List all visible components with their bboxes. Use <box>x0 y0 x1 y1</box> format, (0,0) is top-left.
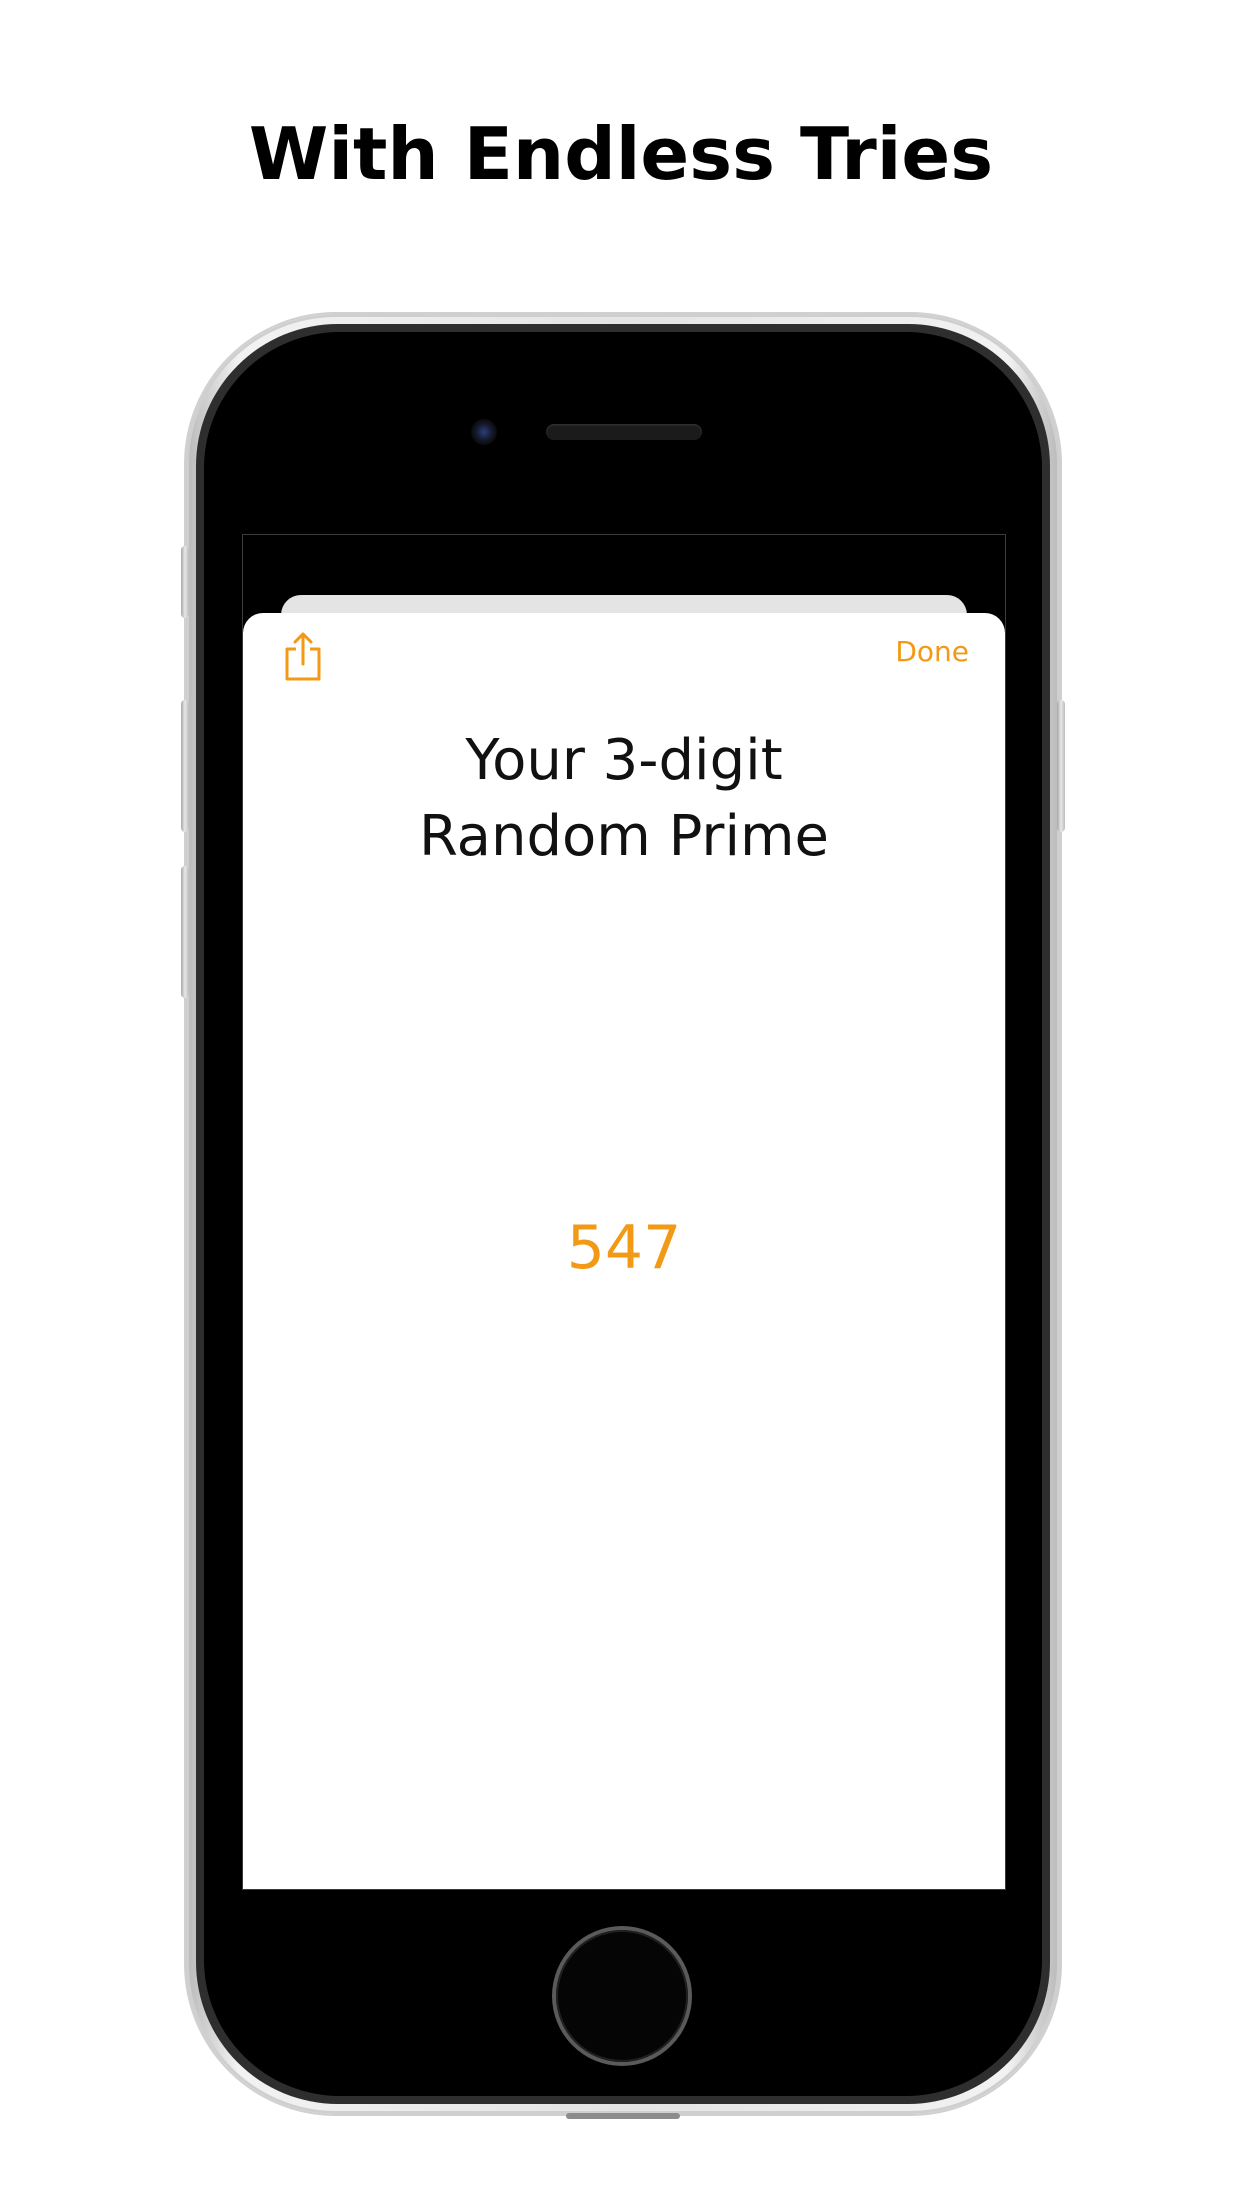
share-icon <box>285 632 321 681</box>
front-camera <box>471 419 497 445</box>
home-button[interactable] <box>556 1930 688 2062</box>
sheet-title-line-2: Random Prime <box>418 804 830 869</box>
mute-switch <box>181 546 189 618</box>
phone-screen: Done Your 3-digit Random Prime 547 <box>242 534 1006 1890</box>
earpiece-speaker <box>546 424 702 440</box>
prime-number-value: 547 <box>566 1213 682 1283</box>
volume-down-button <box>181 866 189 998</box>
share-button[interactable] <box>281 631 325 683</box>
phone-bottom-port <box>566 2113 680 2119</box>
sheet-title: Your 3-digit Random Prime <box>243 723 1005 875</box>
sheet-title-line-1: Your 3-digit <box>465 728 783 793</box>
power-button <box>1057 700 1065 832</box>
done-button[interactable]: Done <box>895 635 969 668</box>
volume-up-button <box>181 700 189 832</box>
app-store-screenshot: With Endless Tries Done Your 3-digit Ran… <box>0 0 1242 2208</box>
marketing-headline: With Endless Tries <box>248 112 994 196</box>
result-sheet: Done Your 3-digit Random Prime 547 <box>243 613 1005 1889</box>
